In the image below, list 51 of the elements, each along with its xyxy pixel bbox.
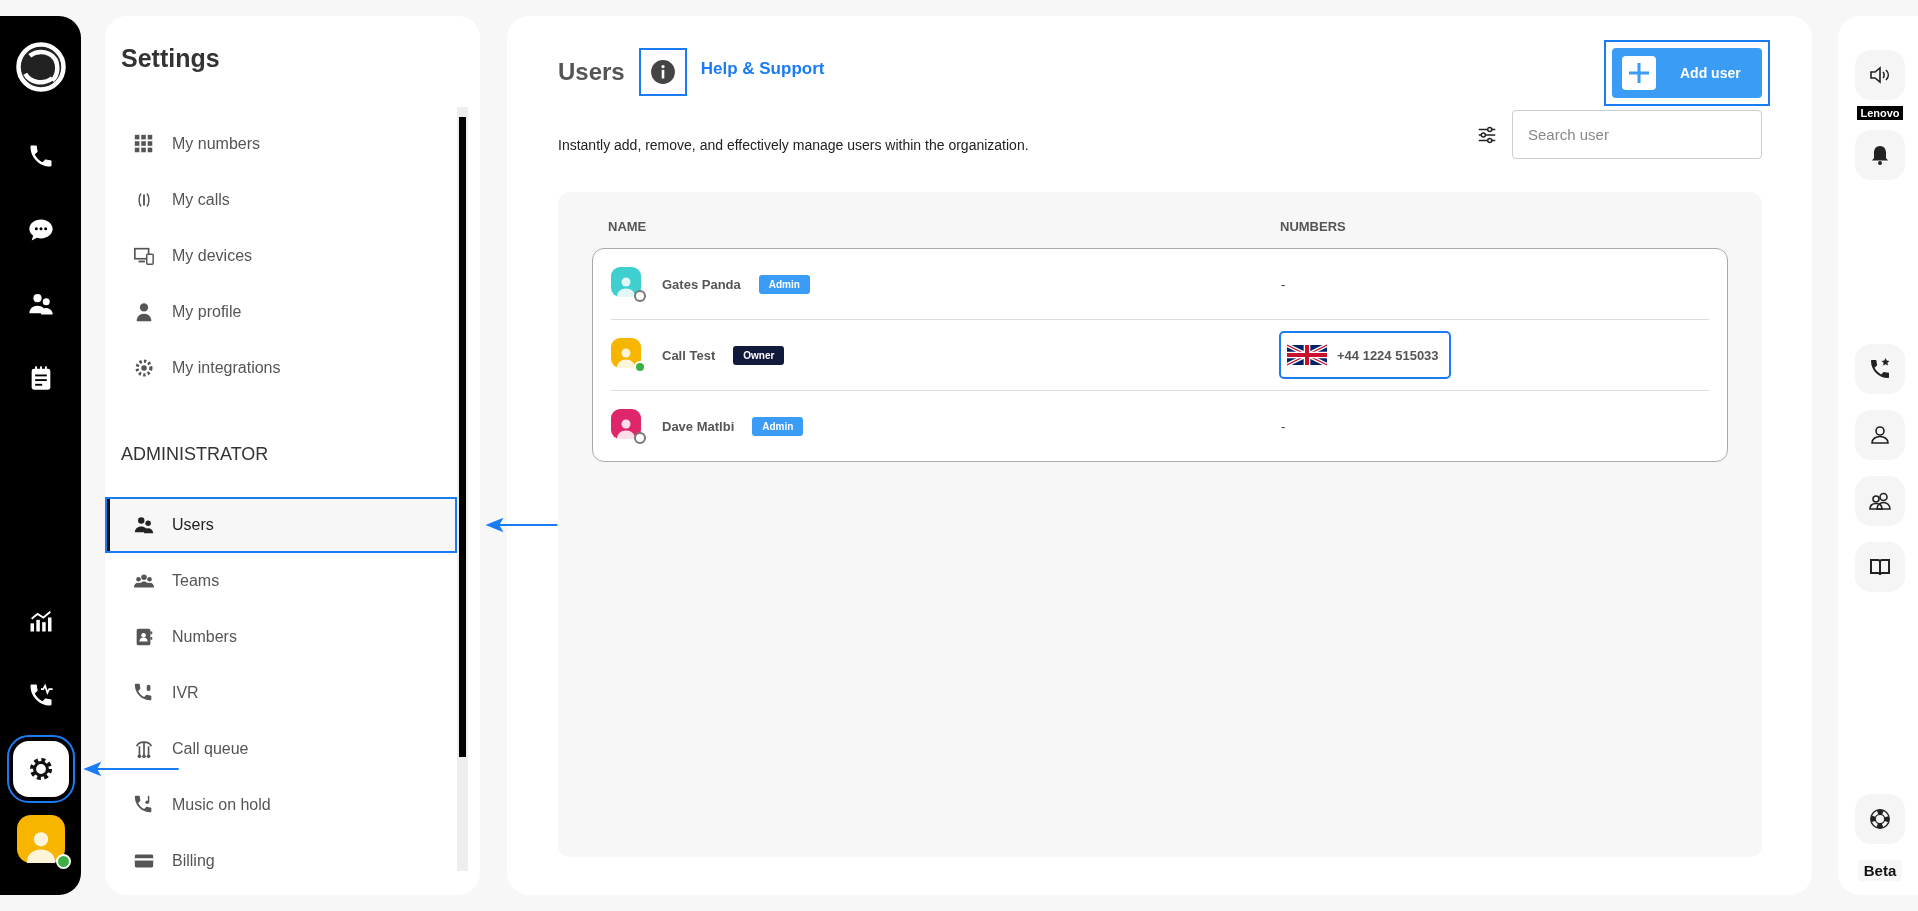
table-cell: - (1281, 419, 1286, 434)
settings-menu-item[interactable]: Billing (105, 833, 457, 871)
help-link[interactable]: Help & Support (700, 59, 825, 79)
settings-menu-item[interactable]: IVR (105, 665, 457, 721)
grid-icon (133, 133, 155, 155)
search-field[interactable]: Search user (1512, 110, 1762, 159)
table-cell: - (1281, 277, 1286, 292)
column-header: NAME (608, 218, 648, 234)
devices-icon (133, 245, 155, 267)
settings-menu-item[interactable]: My calls (105, 172, 457, 228)
role-badge: Owner (733, 345, 785, 365)
scrollbar[interactable] (457, 107, 468, 871)
toolbar-button[interactable] (1855, 476, 1905, 526)
user-name: Dave Matlbi (662, 418, 735, 434)
toolbar-button[interactable] (1855, 344, 1905, 394)
device-label: Lenovo (1857, 106, 1903, 120)
person-icon (1868, 423, 1892, 447)
settings-menu-item[interactable]: My devices (105, 228, 457, 284)
page-description: Instantly add, remove, and effectively manage users within the organization. (558, 136, 1030, 153)
info-button[interactable] (638, 48, 687, 96)
section-heading: ADMINISTRATOR (121, 444, 270, 465)
settings-menu-item[interactable]: Call queue (105, 721, 457, 777)
hierarchy-icon (133, 738, 155, 760)
toolbar-button[interactable] (1855, 542, 1905, 592)
page-title: Users (558, 58, 625, 86)
toolbar-button[interactable] (1855, 794, 1905, 844)
role-badge: Admin (752, 416, 804, 436)
toolbar-button[interactable] (1855, 130, 1905, 180)
info-icon (649, 59, 676, 85)
settings-menu-item[interactable]: Teams (105, 553, 457, 609)
settings-menu-item[interactable]: My integrations (105, 340, 457, 396)
plus-icon (1622, 56, 1656, 90)
settings-menu-item[interactable]: Numbers (105, 609, 457, 665)
settings-menu-item[interactable]: My numbers (105, 116, 457, 172)
flag-icon (1287, 344, 1327, 366)
toolbar-button[interactable] (1855, 50, 1905, 100)
profile-avatar[interactable] (16, 815, 65, 863)
users-icon (133, 514, 155, 536)
settings-menu-item[interactable]: Music on hold (105, 777, 457, 833)
beta-label: Beta (1857, 860, 1903, 881)
toolbar-button[interactable] (1855, 410, 1905, 460)
role-badge: Admin (758, 274, 810, 294)
user-name: Gates Panda (662, 276, 741, 292)
user-name: Call Test (662, 347, 716, 363)
phone-number-chip[interactable]: +44 1224 515033 (1281, 333, 1449, 377)
column-header: NUMBERS (1280, 218, 1346, 234)
settings-title: Settings (121, 44, 221, 73)
logo-icon (13, 40, 68, 94)
phone-star-icon (1868, 357, 1892, 381)
settings-menu-item[interactable]: My profile (105, 284, 457, 340)
lifebuoy-icon (1868, 807, 1892, 831)
